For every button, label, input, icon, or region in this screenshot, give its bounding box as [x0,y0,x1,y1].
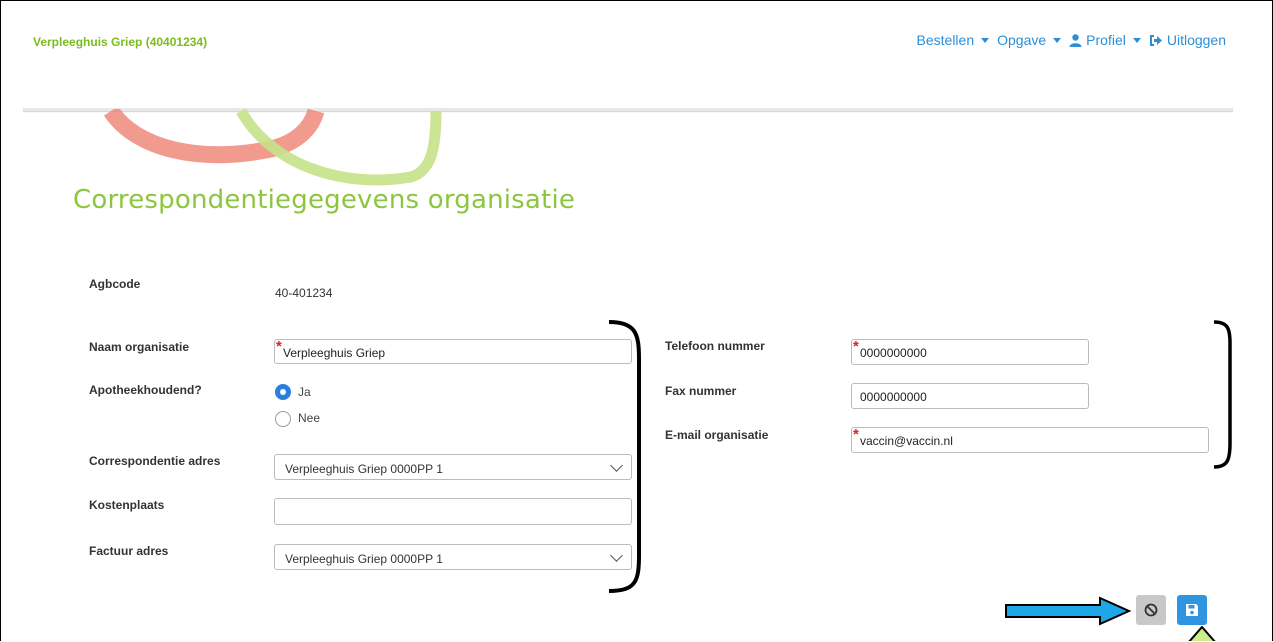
email-value: vaccin@vaccin.nl [860,434,953,448]
naam-organisatie-value: Verpleeghuis Griep [283,346,386,360]
nav-bestellen[interactable]: Bestellen [917,32,990,48]
naam-organisatie-input[interactable]: * Verpleeghuis Griep [274,338,632,364]
fax-value: 0000000000 [860,390,927,404]
kostenplaats-label: Kostenplaats [89,498,165,512]
nav-opgave[interactable]: Opgave [997,32,1062,48]
telefoon-input[interactable]: * 0000000000 [851,338,1089,365]
fax-label: Fax nummer [665,384,737,398]
radio-nee[interactable] [275,411,291,427]
user-icon [1069,33,1082,47]
organization-name: Verpleeghuis Griep (40401234) [33,35,208,49]
email-label: E-mail organisatie [665,428,769,442]
radio-ja-label: Ja [298,385,311,399]
apotheekhoudend-label: Apotheekhoudend? [89,383,202,397]
ban-icon [1144,603,1158,617]
factuur-adres-label: Factuur adres [89,544,169,558]
agbcode-value: 40-401234 [275,286,333,300]
page-frame: Verpleeghuis Griep (40401234) Bestellen … [0,0,1273,641]
required-marker: * [853,338,859,355]
factuur-adres-select[interactable]: Verpleeghuis Griep 0000PP 1 [274,544,632,570]
email-input[interactable]: * vaccin@vaccin.nl [851,426,1209,453]
kostenplaats-input[interactable] [274,498,632,525]
arrow-annotation-right [1005,596,1132,626]
nav-bestellen-label: Bestellen [916,32,975,48]
save-button[interactable] [1177,595,1207,625]
nav-profiel-label: Profiel [1086,32,1126,48]
correspondentie-adres-label: Correspondentie adres [89,454,221,468]
radio-nee-label: Nee [298,411,321,425]
caret-down-icon [981,37,990,43]
cancel-button[interactable] [1136,595,1166,625]
sign-out-icon [1149,34,1162,46]
correspondentie-adres-select[interactable]: Verpleeghuis Griep 0000PP 1 [274,454,632,480]
arrow-annotation-up [1188,626,1216,641]
fax-input[interactable]: 0000000000 [851,383,1089,409]
agbcode-label: Agbcode [89,277,141,291]
nav-profiel[interactable]: Profiel [1069,32,1141,48]
factuur-adres-value: Verpleeghuis Griep 0000PP 1 [285,552,443,566]
naam-organisatie-label: Naam organisatie [89,340,190,354]
radio-ja[interactable] [275,384,291,400]
telefoon-label: Telefoon nummer [665,339,765,353]
floppy-disk-icon [1186,604,1198,616]
required-marker: * [276,338,282,355]
nav-opgave-label: Opgave [997,32,1047,48]
nav-uitloggen[interactable]: Uitloggen [1149,32,1226,48]
telefoon-value: 0000000000 [860,346,927,360]
nav-uitloggen-label: Uitloggen [1166,32,1226,48]
required-marker: * [853,426,859,443]
top-navigation: Bestellen Opgave Profiel Uitloggen [917,32,1226,48]
bracket-annotation-right [1213,320,1232,469]
logo-swirl [103,109,442,186]
page-title: Correspondentiegegevens organisatie [73,185,576,215]
caret-down-icon [1053,37,1062,43]
correspondentie-adres-value: Verpleeghuis Griep 0000PP 1 [285,462,443,476]
caret-down-icon [1132,37,1141,43]
bracket-annotation-left [608,320,641,593]
